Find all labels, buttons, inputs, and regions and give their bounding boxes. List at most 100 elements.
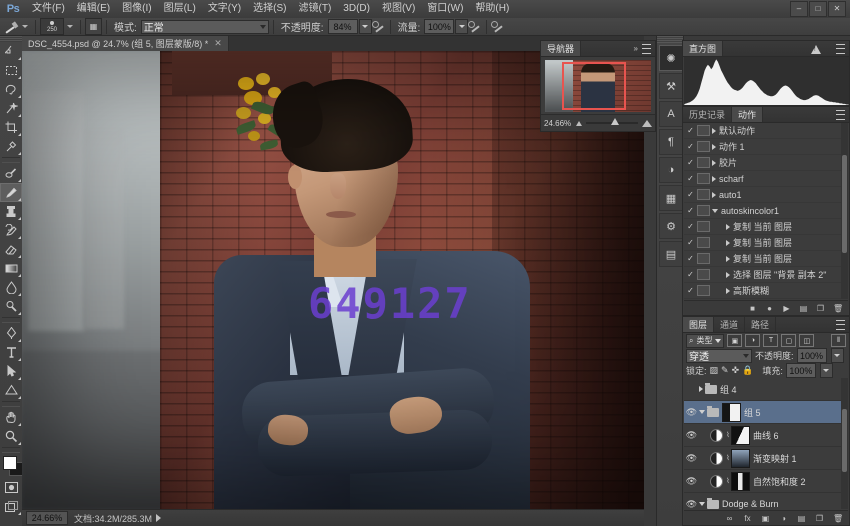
paragraph-icon[interactable]: ¶: [659, 129, 683, 155]
menu-item-9[interactable]: 窗口(W): [421, 0, 469, 18]
expand-arrow-icon[interactable]: [712, 144, 716, 150]
close-icon[interactable]: ✕: [214, 38, 222, 49]
menu-item-5[interactable]: 选择(S): [247, 0, 292, 18]
action-dialog-toggle[interactable]: [697, 157, 710, 168]
color-swatches[interactable]: [0, 454, 22, 478]
visibility-icon[interactable]: 👁: [684, 453, 699, 464]
action-row[interactable]: ✓选择 图层 "背景 副本 2": [684, 267, 848, 283]
action-dialog-toggle[interactable]: [697, 237, 710, 248]
record-icon[interactable]: ●: [765, 304, 774, 313]
histogram-panel-menu[interactable]: [832, 41, 849, 56]
layer-filter-select[interactable]: ⌕ 类型: [686, 334, 724, 348]
expand-arrow-icon[interactable]: [699, 410, 705, 414]
adjustment-icon[interactable]: ◑: [779, 514, 788, 523]
action-dialog-toggle[interactable]: [697, 173, 710, 184]
pixel-filter-icon[interactable]: ▣: [727, 334, 742, 347]
tab-histogram[interactable]: 直方图: [683, 41, 723, 56]
action-row[interactable]: ✓auto1: [684, 187, 848, 203]
opacity-input[interactable]: 84%: [328, 19, 358, 34]
action-enabled-checkbox[interactable]: ✓: [684, 174, 697, 183]
action-enabled-checkbox[interactable]: ✓: [684, 206, 697, 215]
clone-source-icon[interactable]: ⚒: [659, 73, 683, 99]
marquee-tool[interactable]: [0, 61, 22, 80]
action-enabled-checkbox[interactable]: ✓: [684, 286, 697, 295]
expand-arrow-icon[interactable]: [726, 256, 730, 262]
shape-tool[interactable]: [0, 381, 22, 400]
layer-row[interactable]: 👁组 5: [684, 401, 848, 424]
expand-arrow-icon[interactable]: [726, 288, 730, 294]
lasso-tool[interactable]: [0, 80, 22, 99]
blend-mode-select[interactable]: 正常: [141, 20, 269, 34]
action-dialog-toggle[interactable]: [697, 125, 710, 136]
brush-preset-chevron-down-icon[interactable]: [22, 25, 28, 28]
brush-size-chevron-down-icon[interactable]: [67, 25, 73, 28]
navigator-zoom-value[interactable]: 24.66%: [544, 119, 576, 128]
brushes-icon[interactable]: ✺: [659, 45, 683, 71]
expand-arrow-icon[interactable]: [712, 128, 716, 134]
brush-panel-toggle-icon[interactable]: ▦: [85, 18, 102, 35]
actions-scrollbar[interactable]: [841, 123, 848, 299]
menu-item-10[interactable]: 帮助(H): [469, 0, 515, 18]
clone-stamp-tool[interactable]: [0, 202, 22, 221]
maximize-button[interactable]: □: [809, 1, 827, 17]
healing-brush-tool[interactable]: [0, 164, 22, 183]
collapse-icon[interactable]: »: [634, 44, 638, 53]
tab-actions[interactable]: 动作: [732, 107, 763, 122]
layer-thumbnail[interactable]: [731, 472, 750, 491]
layer-opacity-stepper[interactable]: [831, 348, 844, 363]
tab-channels[interactable]: 通道: [714, 317, 745, 332]
menu-item-0[interactable]: 文件(F): [26, 0, 71, 18]
lock-transparency-icon[interactable]: ▨: [710, 365, 719, 376]
visibility-icon[interactable]: 👁: [684, 407, 699, 418]
menu-item-2[interactable]: 图像(I): [116, 0, 157, 18]
action-row[interactable]: ✓默认动作: [684, 123, 848, 139]
action-enabled-checkbox[interactable]: ✓: [684, 254, 697, 263]
expand-arrow-icon[interactable]: [712, 160, 716, 166]
zoom-slider-knob[interactable]: [611, 118, 619, 125]
opacity-pressure-icon[interactable]: [372, 20, 386, 34]
tab-history[interactable]: 历史记录: [683, 107, 732, 122]
zoom-in-icon[interactable]: [642, 120, 652, 127]
expand-arrow-icon[interactable]: [712, 192, 716, 198]
dodge-tool[interactable]: [0, 297, 22, 316]
tab-layers[interactable]: 图层: [683, 317, 714, 332]
actions-list[interactable]: ✓默认动作✓动作 1✓胶片✓scharf✓auto1✓autoskincolor…: [684, 123, 848, 299]
action-dialog-toggle[interactable]: [697, 253, 710, 264]
action-enabled-checkbox[interactable]: ✓: [684, 270, 697, 279]
play-icon[interactable]: ▶: [782, 304, 791, 313]
airbrush-icon[interactable]: [468, 20, 482, 34]
action-dialog-toggle[interactable]: [697, 141, 710, 152]
layer-opacity-input[interactable]: 100%: [797, 348, 827, 363]
close-button[interactable]: ✕: [828, 1, 846, 17]
properties-icon[interactable]: ▤: [659, 241, 683, 267]
panel-menu-icon[interactable]: [836, 44, 845, 54]
navigator-thumbnail[interactable]: [545, 60, 651, 112]
shape-filter-icon[interactable]: ▢: [781, 334, 796, 347]
lock-image-icon[interactable]: ✎: [721, 365, 729, 376]
action-row[interactable]: ✓scharf: [684, 171, 848, 187]
history-brush-tool[interactable]: [0, 221, 22, 240]
layer-row[interactable]: 👁⌇渐变映射 1: [684, 447, 848, 470]
menu-item-8[interactable]: 视图(V): [376, 0, 421, 18]
expand-arrow-icon[interactable]: [699, 386, 703, 392]
expand-arrow-icon[interactable]: [726, 224, 730, 230]
layer-fill-stepper[interactable]: [820, 363, 833, 378]
layer-blend-mode-select[interactable]: 穿透: [686, 349, 752, 363]
layers-scrollbar[interactable]: [841, 378, 848, 509]
layer-row[interactable]: 👁Dodge & Burn: [684, 493, 848, 509]
zoom-slider[interactable]: [586, 122, 638, 124]
eraser-tool[interactable]: [0, 240, 22, 259]
panel-menu-icon[interactable]: [836, 320, 845, 330]
panel-menu-icon[interactable]: [642, 44, 651, 54]
menu-item-7[interactable]: 3D(D): [337, 0, 376, 18]
delete-icon[interactable]: 🗑: [833, 304, 842, 313]
stop-icon[interactable]: ■: [748, 304, 757, 313]
menu-item-6[interactable]: 滤镜(T): [293, 0, 338, 18]
navigator-panel-menu[interactable]: »: [630, 41, 655, 56]
color-icon[interactable]: ◑: [659, 157, 683, 183]
expand-arrow-icon[interactable]: [726, 272, 730, 278]
zoom-level-input[interactable]: 24.66%: [26, 511, 68, 525]
expand-arrow-icon[interactable]: [712, 209, 718, 213]
tablet-pressure-icon[interactable]: [491, 20, 505, 34]
layers-panel-menu[interactable]: [832, 317, 849, 332]
